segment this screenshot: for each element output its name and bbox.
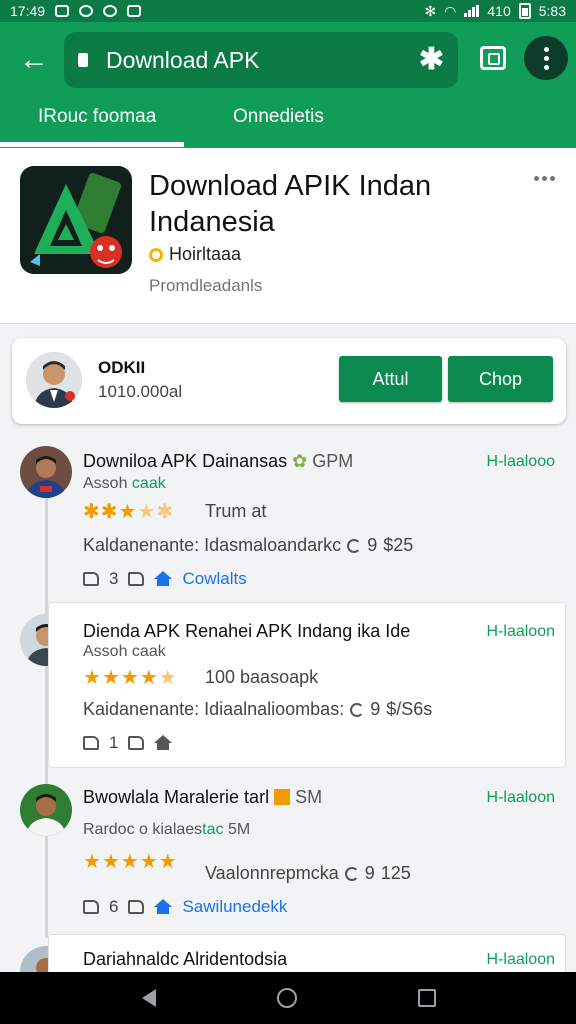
thumb-down-icon[interactable] [128, 572, 145, 586]
rating-stars: ✱ ✱ ★ ★ ✱ [83, 501, 174, 523]
wifi-icon: ◠ [444, 2, 457, 19]
clock: 17:49 [10, 3, 46, 19]
signal-icon [464, 5, 480, 17]
home-icon[interactable] [154, 735, 173, 751]
review-card[interactable]: Downiloa APK Dainansas ✿ GPM H-laalooo A… [48, 436, 566, 596]
notification-icon [55, 5, 70, 17]
badge-icon [149, 247, 163, 262]
download-count: Promdleadanls [149, 276, 263, 295]
thumb-down-icon[interactable] [128, 900, 145, 914]
network-label: 410 [487, 3, 511, 19]
primary-action-button[interactable]: Attul [339, 356, 442, 402]
review-actions: 3 Cowlalts [83, 569, 247, 589]
app-logo-icon[interactable] [20, 166, 132, 274]
search-input[interactable]: Download APK [106, 47, 419, 74]
review-time: H-laaloon [486, 789, 555, 806]
user-meta: 1010.000al [98, 382, 183, 401]
refresh-icon [344, 866, 359, 881]
camera-icon [103, 5, 118, 17]
review-action-link[interactable]: Sawilunedekk [182, 897, 287, 917]
review-actions: 6 Sawilunedekk [83, 897, 287, 917]
tab-first[interactable]: IRouc foomaa [38, 106, 156, 128]
thumb-up-icon[interactable] [83, 572, 99, 586]
user-avatar[interactable] [26, 352, 82, 408]
review-card[interactable]: Dienda APK Renahei APK Indang ika Ide H-… [48, 602, 566, 768]
nav-home-icon[interactable] [276, 988, 297, 1008]
review-subtitle: Rardoc o kialaestac 5M [83, 821, 251, 838]
app-author[interactable]: Hoirltaaa [149, 244, 241, 265]
refresh-icon [347, 538, 362, 553]
home-icon[interactable] [154, 571, 173, 587]
nine-glyph: 9 [364, 863, 375, 883]
thumb-down-icon[interactable] [128, 736, 145, 750]
bluetooth-icon: ✻ [424, 2, 437, 19]
review-title: Dienda APK Renahei APK Indang ika Ide [83, 621, 411, 641]
rating-stars: ★ ★ ★ ★ ★ [83, 667, 177, 689]
refresh-icon [350, 702, 365, 717]
review-time: H-laaloon [486, 951, 555, 968]
review-card[interactable]: Bwowlala Maralerie tarl SM H-laaloon Rar… [48, 770, 566, 930]
message-icon [79, 5, 94, 17]
system-nav-bar [0, 972, 576, 1024]
review-time: H-laaloon [486, 623, 555, 640]
review-title: Dariahnaldc Alridentodsia [83, 949, 288, 969]
review-subtitle: Assoh caak [83, 643, 166, 660]
status-bar: 17:49 ✻ ◠ 410 5:83 [0, 0, 576, 22]
battery-icon [518, 3, 531, 19]
review-subtitle: Assoh caak [83, 475, 166, 492]
more-options-button[interactable] [524, 36, 568, 80]
sim-icon [127, 5, 142, 17]
search-box[interactable]: Download APK ✱ [64, 32, 458, 88]
review-time: H-laalooo [486, 453, 555, 470]
review-body: Kaldanenante: Idasmaloandarkc 9 $25 [83, 535, 414, 555]
secondary-action-button[interactable]: Chop [448, 356, 553, 402]
thumb-up-icon[interactable] [83, 900, 99, 914]
review-action-link[interactable]: Cowlalts [182, 569, 246, 589]
clock-right: 5:83 [538, 3, 566, 19]
like-count: 3 [109, 569, 119, 588]
app-title: Download APIK Indan Indanesia [149, 170, 432, 238]
home-icon[interactable] [154, 899, 173, 915]
review-body: Kaidanenante: Idiaalnalioombas: 9 $/S6s [83, 699, 433, 719]
lock-icon [78, 53, 88, 67]
thumb-up-icon[interactable] [83, 736, 99, 750]
like-count: 1 [109, 733, 119, 752]
user-name: ODKII [98, 358, 146, 377]
nav-recents-icon[interactable] [417, 989, 436, 1007]
nav-back-icon[interactable] [140, 988, 157, 1008]
review-title: Downiloa APK Dainansas ✿ GPM [83, 451, 354, 471]
rating-stars: ★ ★ ★ ★ ★ [83, 851, 177, 873]
author-name: Hoirltaaa [169, 244, 242, 264]
more-horizontal-icon[interactable] [534, 176, 555, 181]
tab-second[interactable]: Onnedietis [233, 106, 324, 128]
nine-glyph: 9 [370, 699, 381, 719]
rating-caption: Trum at [205, 501, 267, 521]
clear-icon[interactable]: ✱ [419, 45, 444, 75]
app-bar: ← Download APK ✱ IRouc foomaa Onnedietis [0, 22, 576, 148]
back-arrow-icon[interactable]: ← [16, 42, 52, 78]
flag-icon [274, 789, 291, 805]
app-header-card: Download APIK Indan Indanesia Hoirltaaa … [0, 148, 576, 324]
tabs-icon[interactable] [480, 46, 506, 70]
review-actions: 1 [83, 733, 173, 753]
active-tab-indicator [0, 142, 184, 147]
review-title: Bwowlala Maralerie tarl SM [83, 787, 323, 807]
nine-glyph: 9 [367, 535, 378, 555]
flower-icon: ✿ [292, 451, 308, 471]
like-count: 6 [109, 897, 119, 916]
review-body: Vaalonnrepmcka 9 125 [205, 863, 411, 883]
user-card: ODKII 1010.000al Attul Chop [12, 338, 566, 424]
rating-caption: 100 baasoapk [205, 667, 319, 687]
